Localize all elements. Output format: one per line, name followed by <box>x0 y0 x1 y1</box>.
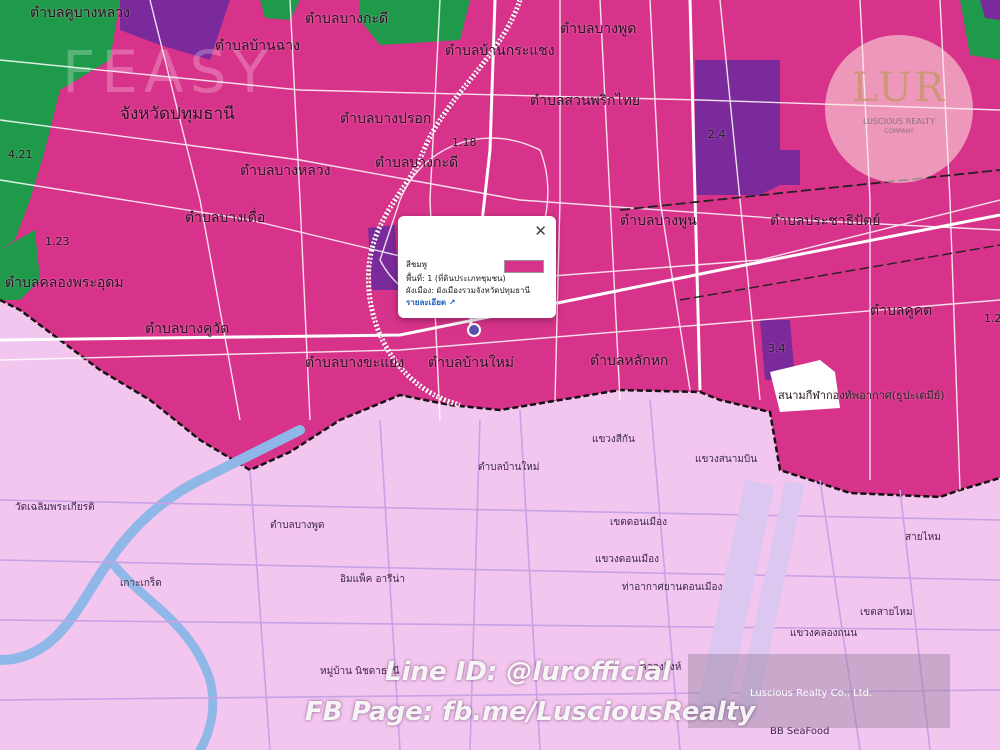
zone-label: ตำบลบางเดื่อ <box>185 210 266 226</box>
district-label: แขวงดอนเมือง <box>595 554 660 565</box>
zone-label: ตำบลบ้านกระแชง <box>445 43 555 59</box>
zone-label: ตำบลบางพูน <box>620 213 697 229</box>
zone-label: ตำบลบางปรอก <box>340 111 432 127</box>
zone-label: ตำบลบางหลวง <box>240 163 331 179</box>
zone-code: 3.4 <box>768 342 786 355</box>
zone-code: 1.2 <box>984 312 1000 325</box>
zone-code: 4.21 <box>8 148 33 161</box>
zone-color-swatch <box>504 260 544 273</box>
zone-info-popup: ✕ สีชมพู พื้นที่: 1 (ที่ดินประเภทชุมชน) … <box>398 216 556 318</box>
logo-subtitle: LUSCIOUS REALTY <box>863 117 935 126</box>
zone-code: 1.23 <box>45 235 70 248</box>
district-label: แขวงสนามบิน <box>695 454 758 465</box>
district-label: เขตดอนเมือง <box>610 517 667 528</box>
location-pin-icon[interactable] <box>467 323 481 337</box>
zone-label: ตำบลบางกะดี <box>375 155 459 171</box>
zone-label: ตำบลบางคูวัด <box>145 321 230 337</box>
logo-subtitle-2: COMPANY <box>884 128 914 135</box>
logo-text: LUR <box>851 65 947 111</box>
fb-page-text: FB Page: fb.me/LusciousRealty <box>305 697 756 727</box>
close-icon[interactable]: ✕ <box>534 224 547 239</box>
airport-label: ท่าอากาศยานดอนเมือง <box>622 582 723 593</box>
institution-zone-right2 <box>768 150 800 185</box>
company-name: Luscious Realty Co., Ltd. <box>750 688 873 699</box>
popup-title: สีชมพู <box>406 260 427 269</box>
zone-code: 2.4 <box>708 128 726 141</box>
district-label: เกาะเกร็ด <box>120 578 162 589</box>
district-label: ตำบลบ้านใหม่ <box>478 462 540 473</box>
district-label: เขตสายไหม <box>860 607 913 618</box>
zone-label: ตำบลคลองพระอุดม <box>5 275 124 291</box>
zone-label: ตำบลสวนพริกไทย <box>530 93 641 109</box>
lur-logo: LUR LUSCIOUS REALTY COMPANY <box>825 35 973 183</box>
poi-label[interactable]: วัดเฉลิมพระเกียรติ <box>15 500 95 515</box>
zone-label: ตำบลบางขะแยง <box>305 355 405 371</box>
line-id-text: Line ID: @lurofficial <box>385 657 671 687</box>
zone-label: ตำบลบ้านใหม่ <box>428 355 515 371</box>
zone-label: ตำบลบางกะดี <box>305 11 389 27</box>
stadium-label: สนามกีฬากองทัพอากาศ(ธูปะเตมีย์) <box>778 389 945 402</box>
zone-label: ตำบลหลักหก <box>590 353 669 369</box>
zone-label: ตำบลคูคต <box>870 303 933 319</box>
poi-label[interactable]: อิมแพ็ค อารีน่า <box>340 572 405 587</box>
zone-label: ตำบลบางพูด <box>560 21 637 37</box>
zone-label: ตำบลคูบางหลวง <box>30 5 130 21</box>
map-canvas[interactable]: ตำบลคูบางหลวง ตำบลบ้านฉาง ตำบลบางกะดี ตำ… <box>0 0 1000 750</box>
zone-label: ตำบลประชาธิปัตย์ <box>770 213 881 229</box>
district-label: แขวงคลองถนน <box>790 628 858 639</box>
district-label: สายไหม <box>905 532 941 543</box>
district-label: ตำบลบางพูด <box>270 520 325 531</box>
district-label: แขวงสีกัน <box>592 434 635 445</box>
zone-code: 1.18 <box>452 136 477 149</box>
details-link[interactable]: รายละเอียด ↗ <box>406 296 456 309</box>
feasy-watermark: FEASY <box>62 38 274 106</box>
